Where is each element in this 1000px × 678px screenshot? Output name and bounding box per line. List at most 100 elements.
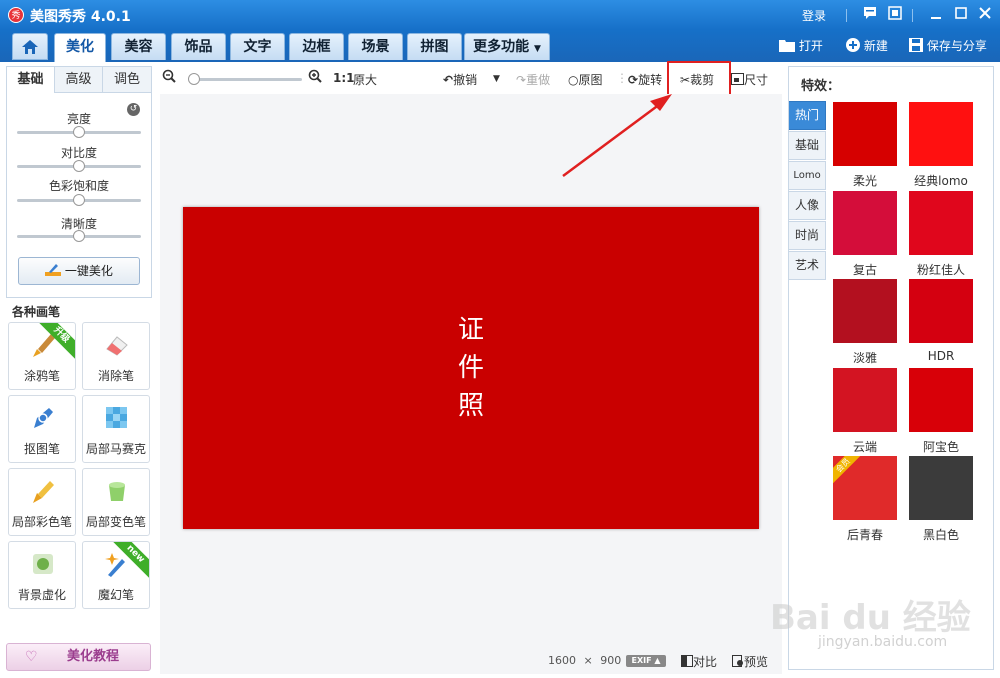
resize-label: 尺寸 (744, 73, 769, 87)
effect-after-youth[interactable]: 会员 (833, 456, 897, 520)
pen-icon (29, 404, 57, 432)
image-dimensions: 1600 × 900 (548, 654, 621, 667)
eraser-icon (103, 331, 131, 359)
tab-beautify[interactable]: 美化 (54, 33, 106, 62)
effect-abao-color[interactable] (909, 368, 973, 432)
recolor-brush-label: 局部变色笔 (85, 515, 146, 529)
effect-pink-lady[interactable] (909, 191, 973, 255)
category-lomo[interactable]: Lomo (789, 161, 826, 190)
zoom-out-icon[interactable] (162, 69, 176, 86)
subtab-advanced[interactable]: 高级 (55, 67, 103, 93)
tab-text[interactable]: 文字 (230, 33, 285, 60)
redo-label: 重做 (526, 73, 551, 87)
preview-button[interactable]: 预览 (732, 653, 768, 670)
dims-separator: × (583, 654, 593, 667)
preview-icon (732, 655, 743, 667)
compare-button[interactable]: 对比 (681, 653, 717, 670)
message-icon[interactable] (862, 6, 878, 22)
doodle-brush-button[interactable]: 涂鸦笔 升级 (8, 322, 76, 390)
tab-beauty[interactable]: 美容 (111, 33, 166, 60)
vip-badge: 会员 (833, 456, 862, 484)
category-art[interactable]: 艺术 (789, 251, 826, 280)
tab-collage[interactable]: 拼图 (407, 33, 462, 60)
background-blur-button[interactable]: 背景虚化 (8, 541, 76, 609)
category-fashion[interactable]: 时尚 (789, 221, 826, 250)
color-brush-icon (29, 477, 57, 505)
exif-button[interactable]: EXIF ▲ (626, 655, 666, 667)
effect-abao-color-label: 阿宝色 (922, 440, 959, 454)
effect-after-youth-label: 后青春 (846, 528, 883, 542)
zoom-slider[interactable] (188, 78, 302, 81)
category-hot[interactable]: 热门 (789, 101, 826, 130)
cutout-brush-button[interactable]: 抠图笔 (8, 395, 76, 463)
sharpness-slider-knob[interactable] (73, 230, 85, 242)
original-size-button[interactable]: 原大 (353, 71, 377, 88)
category-portrait[interactable]: 人像 (789, 191, 826, 220)
redo-button[interactable]: ↷重做 (516, 71, 550, 88)
tab-more-label: 更多功能 (473, 39, 530, 55)
login-link[interactable]: 登录 (802, 7, 826, 24)
baidu-watermark-url: jingyan.baidu.com (818, 634, 948, 650)
original-image-button[interactable]: ○原图 (568, 71, 603, 88)
magic-brush-button[interactable]: 魔幻笔 new (82, 541, 150, 609)
open-button[interactable]: 打开 (779, 37, 823, 54)
new-button[interactable]: 新建 (846, 37, 888, 54)
contrast-slider-knob[interactable] (73, 160, 85, 172)
undo-dropdown-icon[interactable]: ▼ (493, 74, 500, 84)
redo-icon: ↷ (516, 73, 527, 87)
recolor-brush-button[interactable]: 局部变色笔 (82, 468, 150, 536)
effect-cloud[interactable] (833, 368, 897, 432)
mosaic-brush-label: 局部马赛克 (85, 442, 146, 456)
mosaic-brush-button[interactable]: 局部马赛克 (82, 395, 150, 463)
background-blur-label: 背景虚化 (17, 588, 66, 602)
eraser-brush-button[interactable]: 消除笔 (82, 322, 150, 390)
close-icon[interactable] (977, 6, 993, 22)
compare-label: 对比 (693, 655, 718, 669)
beautify-tutorial-button[interactable]: ♡ 美化教程 (6, 643, 151, 671)
tab-scene[interactable]: 场景 (348, 33, 403, 60)
subtab-color[interactable]: 调色 (103, 67, 151, 93)
maximize-icon[interactable] (953, 6, 969, 22)
mosaic-icon (103, 404, 131, 432)
one-click-beautify-button[interactable]: 一键美化 (18, 257, 140, 285)
resize-button[interactable]: 尺寸 (731, 71, 768, 88)
effect-classic-lomo[interactable] (909, 102, 973, 166)
preview-label: 预览 (744, 655, 769, 669)
zoom-in-icon[interactable] (308, 69, 322, 86)
separator (912, 9, 913, 22)
saturation-slider-knob[interactable] (73, 194, 85, 206)
zoom-slider-knob[interactable] (187, 73, 200, 85)
saturation-label: 色彩饱和度 (48, 179, 109, 193)
separator: ⋮ (616, 71, 628, 85)
compare-icon (681, 655, 693, 667)
ratio-label: 1:1 (333, 71, 355, 85)
effect-soft-light[interactable] (833, 102, 897, 166)
tab-accessories[interactable]: 饰品 (171, 33, 226, 60)
effect-elegant[interactable] (833, 279, 897, 343)
exif-label: EXIF (631, 656, 652, 665)
home-icon (22, 40, 38, 54)
category-basic[interactable]: 基础 (789, 131, 826, 160)
photo-canvas[interactable]: 证件照 (183, 207, 759, 529)
subtab-basic[interactable]: 基础 (7, 67, 55, 93)
tab-frame[interactable]: 边框 (289, 33, 344, 60)
effect-hdr[interactable] (909, 279, 973, 343)
skin-icon[interactable] (887, 6, 903, 22)
undo-button[interactable]: ↶撤销 (443, 71, 477, 88)
app-logo-icon: 秀 (8, 7, 24, 23)
rotate-button[interactable]: ⟳旋转 (628, 71, 662, 88)
brightness-slider-knob[interactable] (73, 126, 85, 138)
effect-retro[interactable] (833, 191, 897, 255)
color-brush-button[interactable]: 局部彩色笔 (8, 468, 76, 536)
effect-black-white[interactable] (909, 456, 973, 520)
rotate-label: 旋转 (638, 73, 663, 87)
minimize-icon[interactable] (928, 6, 944, 22)
tab-more-features[interactable]: 更多功能 ▼ (464, 33, 550, 60)
effect-retro-label: 复古 (852, 263, 877, 277)
doodle-brush-label: 涂鸦笔 (23, 369, 60, 383)
home-tab[interactable] (12, 33, 48, 60)
folder-icon (779, 40, 795, 52)
save-share-button[interactable]: 保存与分享 (909, 37, 987, 54)
magic-brush-label: 魔幻笔 (97, 588, 134, 602)
cutout-brush-label: 抠图笔 (23, 442, 60, 456)
